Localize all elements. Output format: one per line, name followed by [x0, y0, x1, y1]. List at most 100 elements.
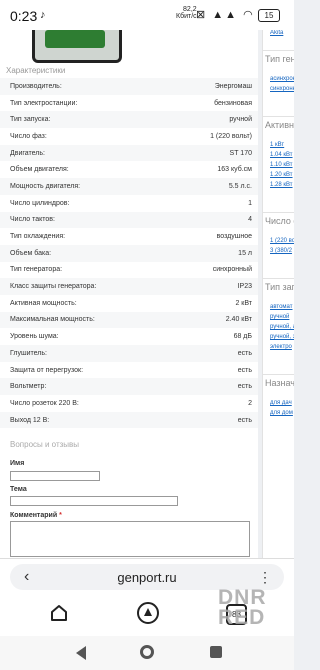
spec-label: Уровень шума:: [10, 333, 59, 341]
spec-label: Тип охлаждения:: [10, 233, 66, 241]
spec-label: Объем двигателя:: [10, 166, 69, 174]
name-label: Имя: [10, 460, 25, 467]
status-time: 0:23: [10, 8, 38, 24]
sidebar-filter-link[interactable]: 1.20 кВт: [270, 172, 293, 178]
sidebar-filter-link[interactable]: ручной: [270, 314, 289, 320]
spec-row: Тип охлаждения: воздушное: [0, 228, 258, 245]
back-icon[interactable]: [76, 646, 86, 660]
spec-row: Тип генератора: синхронный: [0, 262, 258, 279]
spec-row: Выход 12 В: есть: [0, 411, 258, 429]
spec-row: Объем двигателя: 163 куб.см: [0, 161, 258, 178]
spec-value: есть: [237, 349, 252, 357]
spec-value: Энергомаш: [214, 82, 252, 90]
spec-row: Число фаз: 1 (220 вольт): [0, 128, 258, 145]
home-icon[interactable]: [50, 604, 68, 622]
spec-row: Активная мощность: 2 кВт: [0, 295, 258, 312]
network-speed: 82,2 Кбит/с: [176, 6, 197, 20]
sidebar-filter-link[interactable]: 1.04 кВт: [270, 152, 293, 158]
sidebar-divider: [263, 212, 294, 213]
home-circle-icon[interactable]: [140, 645, 154, 659]
sidebar-divider: [263, 374, 294, 375]
specs-table: Производитель: Энергомаш Тип электростанци…: [0, 78, 258, 445]
spec-row: Производитель: Энергомаш: [0, 78, 258, 95]
spec-value: 163 куб.см: [217, 166, 252, 174]
spec-label: Тип генератора:: [10, 266, 63, 274]
sidebar-filter-link[interactable]: 1.28 кВт: [270, 182, 293, 188]
spec-row: Тип запуска: ручной: [0, 111, 258, 129]
web-page[interactable]: Характеристики Производитель: Энергомаш Ти…: [0, 30, 294, 558]
comment-textarea[interactable]: [10, 521, 250, 557]
spec-row: Число тактов: 4: [0, 211, 258, 229]
spec-row: Мощность двигателя: 5.5 л.с.: [0, 178, 258, 195]
music-note-icon: ♪: [40, 9, 46, 21]
spec-value: есть: [237, 366, 252, 374]
spec-label: Число тактов:: [10, 216, 55, 224]
spec-label: Класс защиты генератора:: [10, 283, 97, 291]
spec-value: 5.5 л.с.: [228, 182, 252, 190]
name-input[interactable]: [10, 471, 100, 481]
signal-wifi-icons: ⊠ ▲▲ ◠: [196, 9, 255, 21]
sidebar-divider: [263, 50, 294, 51]
spec-row: Тип электростанции: бензиновая: [0, 95, 258, 112]
spec-value: 2: [248, 399, 252, 407]
subject-input[interactable]: [10, 496, 178, 506]
spec-value: 2.40 кВт: [225, 316, 252, 324]
alice-assistant-icon[interactable]: [137, 602, 159, 624]
sidebar-filter-link[interactable]: 1 кВт: [270, 142, 284, 148]
product-image[interactable]: [30, 30, 122, 64]
sidebar-filter-link[interactable]: автомат: [270, 304, 293, 310]
spec-row: Глушитель: есть: [0, 345, 258, 362]
spec-value: бензиновая: [214, 99, 252, 107]
sidebar-filter-link[interactable]: электро: [270, 344, 292, 350]
sidebar-filter-link[interactable]: ручной, а: [270, 324, 294, 330]
system-navigation-bar: [0, 636, 294, 670]
spec-row: Объем бака: 15 л: [0, 244, 258, 262]
spec-label: Выход 12 В:: [10, 416, 50, 424]
sidebar-filter-link[interactable]: 1.10 кВт: [270, 162, 293, 168]
spec-value: есть: [237, 383, 252, 391]
spec-label: Тип запуска:: [10, 116, 51, 124]
sidebar-filter-link[interactable]: 1 (220 во: [270, 238, 294, 244]
sidebar-filter-link[interactable]: для дом: [270, 410, 293, 416]
spec-row: Класс защиты генератора: IP23: [0, 278, 258, 295]
spec-label: Активная мощность:: [10, 299, 77, 307]
spec-value: 2 кВт: [235, 299, 252, 307]
watermark-logo: DNR RED: [218, 586, 267, 629]
sidebar-filter-link[interactable]: 3 (380/2: [270, 248, 292, 254]
recent-apps-icon[interactable]: [210, 646, 222, 658]
spec-row: Число розеток 220 В: 2: [0, 395, 258, 412]
subject-label: Тема: [10, 486, 27, 493]
spec-label: Максимальная мощность:: [10, 316, 95, 324]
specs-section-title: Характеристики: [6, 66, 66, 75]
filter-sidebar: Akita Тип генера асинхрон синхронн Активна 1…: [262, 30, 294, 558]
status-bar: 0:23 ♪ 82,2 Кбит/с ⊠ ▲▲ ◠ 15: [0, 0, 294, 30]
more-vertical-icon[interactable]: ⋮: [258, 569, 272, 586]
sidebar-filter-link[interactable]: синхронн: [270, 86, 294, 92]
sidebar-group-heading: Назнач: [265, 378, 294, 388]
sidebar-filter-link[interactable]: ручной, э: [270, 334, 294, 340]
spec-label: Число цилиндров:: [10, 199, 70, 207]
spec-row: Вольтметр: есть: [0, 378, 258, 396]
spec-label: Производитель:: [10, 82, 62, 90]
url-text[interactable]: genport.ru: [10, 570, 284, 585]
spec-label: Тип электростанции:: [10, 99, 78, 107]
sidebar-filter-link[interactable]: асинхрон: [270, 76, 294, 82]
spec-value: 68 дБ: [233, 333, 252, 341]
spec-value: 1: [248, 199, 252, 207]
sidebar-item-top[interactable]: Akita: [270, 30, 283, 36]
spec-value: ручной: [229, 116, 252, 124]
spec-row: Защита от перегрузок: есть: [0, 362, 258, 379]
sidebar-filter-link[interactable]: для дач: [270, 400, 292, 406]
comment-label: Комментарий *: [10, 512, 62, 519]
reviews-form: Вопросы и отзывы Имя Тема Комментарий *: [0, 432, 258, 558]
spec-row: Максимальная мощность: 2.40 кВт: [0, 311, 258, 329]
spec-label: Число фаз:: [10, 132, 47, 140]
spec-row: Число цилиндров: 1: [0, 195, 258, 212]
spec-value: синхронный: [212, 266, 252, 274]
spec-value: 15 л: [238, 249, 252, 257]
sidebar-group-heading: Тип зап: [265, 282, 294, 292]
spec-label: Число розеток 220 В:: [10, 399, 79, 407]
sidebar-divider: [263, 278, 294, 279]
product-main-column: Характеристики Производитель: Энергомаш Ти…: [0, 30, 258, 558]
reviews-heading: Вопросы и отзывы: [10, 440, 80, 449]
